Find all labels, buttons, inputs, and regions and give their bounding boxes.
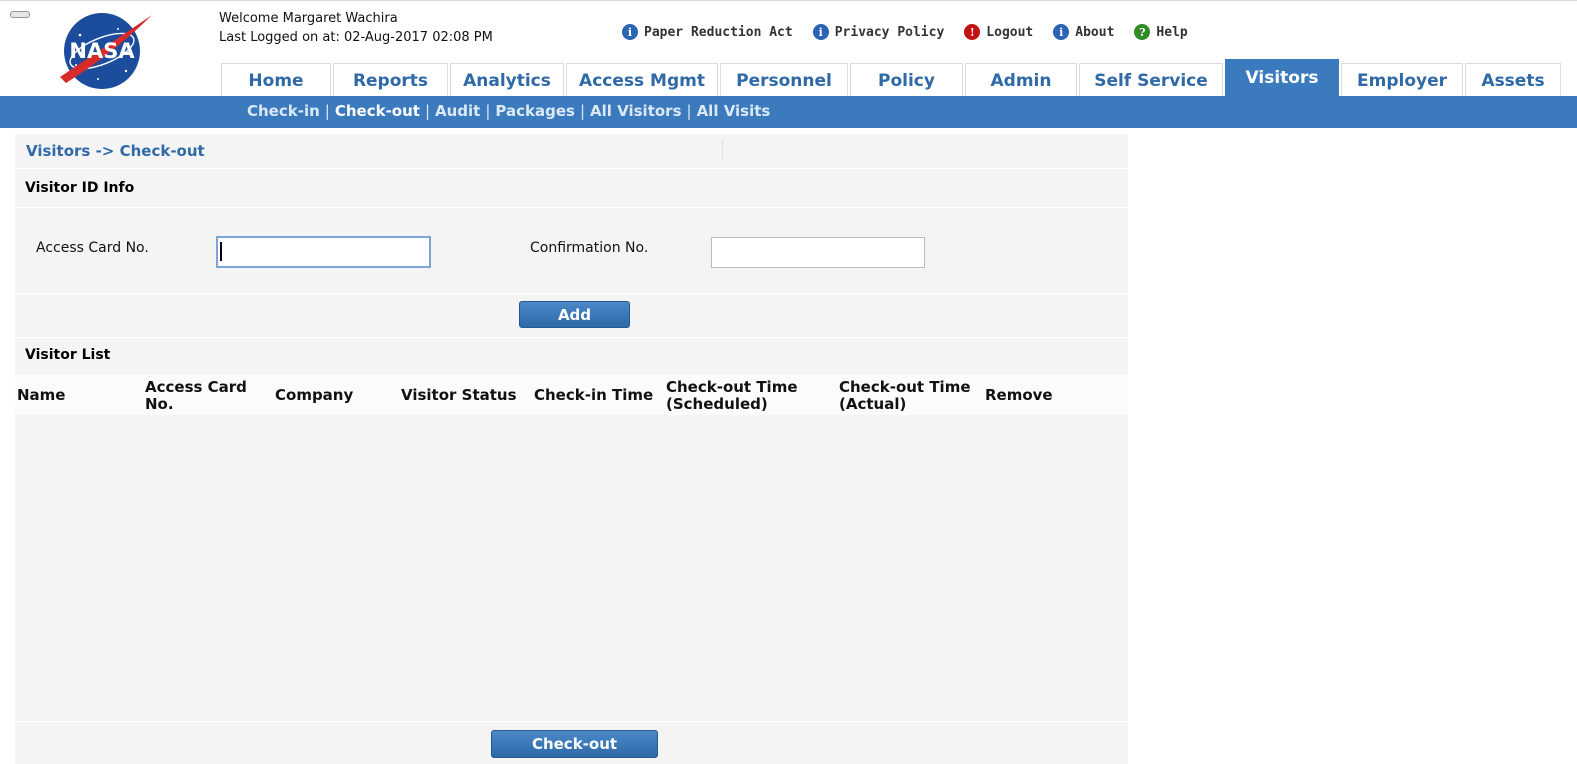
info-icon: i (812, 24, 829, 40)
info-icon: i (622, 24, 638, 40)
confirmation-label: Confirmation No. (530, 240, 649, 256)
divider (15, 721, 1128, 722)
tab-visitors[interactable]: Visitors (1225, 59, 1339, 97)
subnav-separator: | (424, 102, 431, 120)
nasa-logo-text: NASA (69, 39, 135, 63)
column-checkout-actual-line2: (Actual) (839, 395, 907, 413)
info-icon: i (1053, 24, 1070, 40)
tab-self-service[interactable]: Self Service (1079, 63, 1223, 97)
add-button[interactable]: Add (519, 301, 630, 328)
tab-reports[interactable]: Reports (333, 63, 448, 97)
about-label: About (1075, 24, 1115, 40)
help-icon: ? (1134, 24, 1151, 40)
column-checkout-scheduled-line2: (Scheduled) (666, 395, 768, 413)
help-link[interactable]: ? Help (1134, 24, 1188, 40)
help-label: Help (1156, 24, 1188, 40)
checkout-panel: Visitors -> Check-out Visitor ID Info Ac… (15, 134, 1128, 764)
column-checkin-time: Check-in Time (534, 386, 654, 404)
subnav-check-in[interactable]: Check-in (247, 102, 320, 120)
subnav-all-visitors[interactable]: All Visitors (590, 102, 681, 120)
last-logged-text: Last Logged on at: 02-Aug-2017 02:08 PM (219, 30, 493, 45)
logout-label: Logout (986, 24, 1034, 40)
column-checkout-actual: Check-out Time (Actual) (839, 379, 971, 413)
divider (15, 293, 1128, 294)
visitor-list-title: Visitor List (25, 347, 111, 363)
subnav-separator: | (485, 102, 491, 120)
tab-employer[interactable]: Employer (1341, 63, 1463, 97)
logout-link[interactable]: ! Logout (964, 24, 1033, 40)
subnav-packages[interactable]: Packages (495, 102, 575, 120)
breadcrumb: Visitors -> Check-out (26, 142, 205, 160)
paper-reduction-act-link[interactable]: i Paper Reduction Act (622, 24, 793, 40)
tab-access-mgmt[interactable]: Access Mgmt (566, 63, 718, 97)
column-access-card-line2: No. (145, 395, 174, 413)
access-card-label: Access Card No. (36, 240, 149, 256)
subnav-all-visits[interactable]: All Visits (697, 102, 771, 120)
welcome-text: Welcome Margaret Wachira (219, 11, 398, 26)
nasa-logo[interactable]: NASA (52, 5, 156, 93)
confirmation-input[interactable] (711, 237, 925, 268)
window-menu-button[interactable] (10, 11, 30, 18)
divider (722, 139, 723, 161)
column-checkout-scheduled-line1: Check-out Time (666, 378, 798, 396)
privacy-policy-link[interactable]: i Privacy Policy (812, 24, 945, 40)
welcome-block: Welcome Margaret Wachira Last Logged on … (219, 9, 493, 47)
subnav-separator: | (686, 102, 692, 120)
main-tabs: Home Reports Analytics Access Mgmt Perso… (221, 59, 1563, 97)
tab-assets[interactable]: Assets (1465, 63, 1561, 97)
tab-admin[interactable]: Admin (965, 63, 1077, 97)
subnav-audit[interactable]: Audit (435, 102, 480, 120)
column-access-card-line1: Access Card (145, 378, 247, 396)
column-company: Company (275, 386, 354, 404)
tab-analytics[interactable]: Analytics (450, 63, 564, 97)
divider (15, 207, 1128, 208)
subnav-separator: | (579, 102, 586, 120)
about-link[interactable]: i About (1053, 24, 1114, 40)
column-remove: Remove (985, 386, 1053, 404)
top-links: i Paper Reduction Act i Privacy Policy !… (622, 24, 1208, 40)
tab-home[interactable]: Home (221, 63, 331, 97)
checkout-button[interactable]: Check-out (491, 730, 658, 758)
column-checkout-actual-line1: Check-out Time (839, 378, 971, 396)
column-visitor-status: Visitor Status (401, 386, 517, 404)
column-access-card: Access Card No. (145, 379, 247, 413)
visitor-id-info-title: Visitor ID Info (25, 180, 135, 196)
divider (15, 337, 1128, 338)
column-name: Name (17, 386, 66, 404)
privacy-policy-label: Privacy Policy (834, 24, 945, 40)
subnav-check-out[interactable]: Check-out (335, 102, 420, 120)
tab-personnel[interactable]: Personnel (720, 63, 848, 97)
header: NASA Welcome Margaret Wachira Last Logge… (0, 0, 1577, 97)
subnav-links: Check-in | Check-out | Audit | Packages | All Vi… (247, 102, 770, 120)
access-card-input[interactable] (216, 236, 431, 268)
subnav-separator: | (324, 102, 330, 120)
logout-icon: ! (964, 24, 981, 40)
visitor-list-header: Name Access Card No. Company Visitor Sta… (15, 375, 1128, 415)
visitor-list-body (15, 415, 1128, 721)
tab-policy[interactable]: Policy (850, 63, 963, 97)
sub-navigation: Check-in | Check-out | Audit | Packages | All Vi… (0, 96, 1577, 128)
paper-reduction-act-label: Paper Reduction Act (644, 24, 793, 40)
text-caret (220, 242, 222, 261)
breadcrumb-row: Visitors -> Check-out (15, 134, 1128, 169)
column-checkout-scheduled: Check-out Time (Scheduled) (666, 379, 798, 413)
